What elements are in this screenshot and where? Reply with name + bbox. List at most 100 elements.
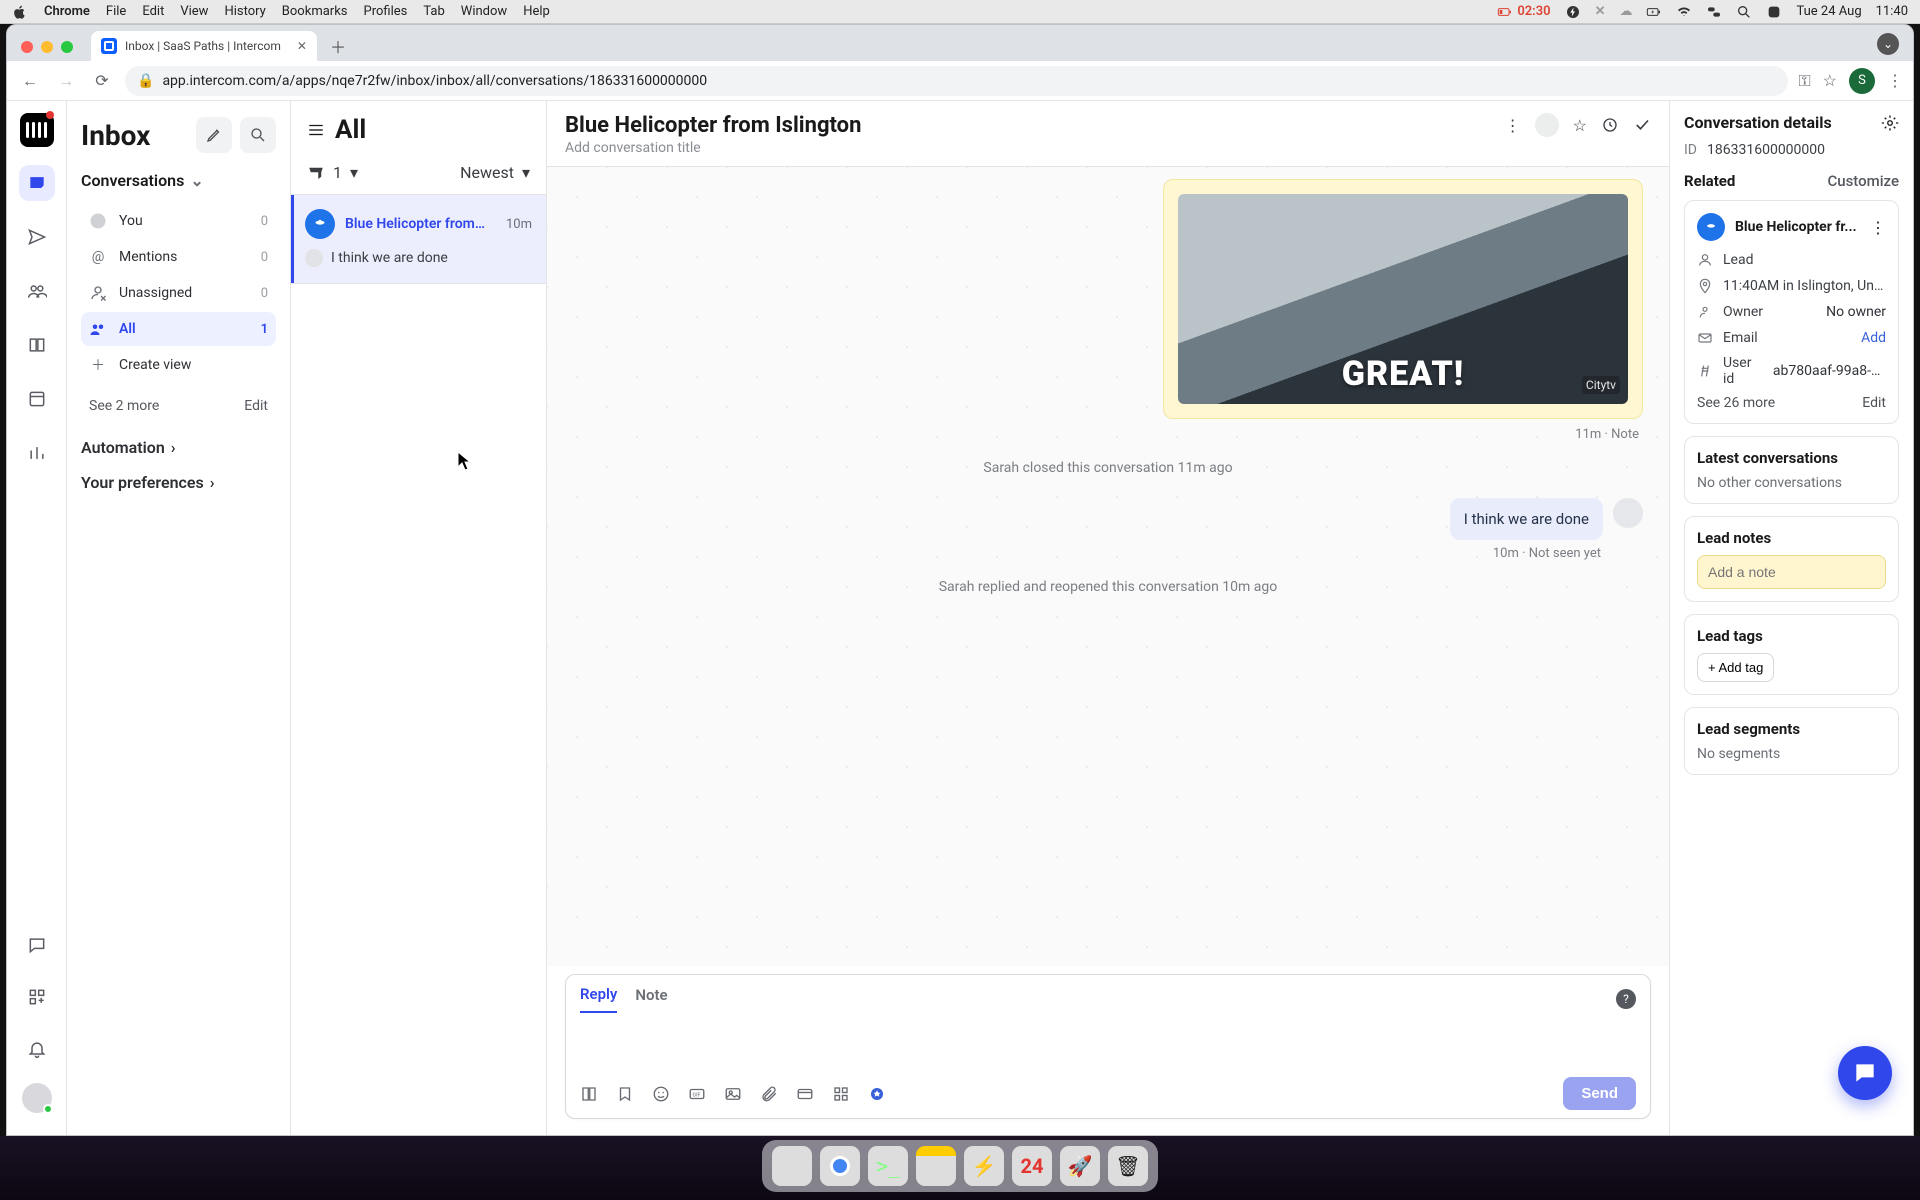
mac-menu-view[interactable]: View	[180, 4, 208, 19]
nav-reload-button[interactable]: ⟳	[89, 68, 115, 94]
entity-more-icon[interactable]: ⋮	[1870, 218, 1886, 237]
window-close-icon[interactable]	[21, 41, 33, 53]
rail-contacts[interactable]	[19, 273, 55, 309]
mac-menu-bookmarks[interactable]: Bookmarks	[282, 4, 348, 19]
search-button[interactable]	[240, 117, 276, 153]
window-controls[interactable]	[21, 41, 73, 53]
thread-subtitle[interactable]: Add conversation title	[565, 140, 861, 156]
sort-dropdown[interactable]: Newest ▾	[460, 163, 530, 182]
nav-forward-button[interactable]: →	[53, 68, 79, 94]
list-menu-icon[interactable]	[307, 121, 325, 139]
assignee-avatar-icon[interactable]	[1535, 113, 1559, 137]
thread-close-icon[interactable]	[1633, 116, 1651, 134]
dock-trash-icon[interactable]: 🗑	[1108, 1146, 1148, 1186]
sidebar-preferences[interactable]: Your preferences ›	[81, 473, 276, 492]
dock-rocket-icon[interactable]: 🚀	[1060, 1146, 1100, 1186]
rail-inbox[interactable]	[19, 165, 55, 201]
menubar-spotlight-icon[interactable]	[1736, 4, 1752, 20]
sidebar-item-unassigned[interactable]: Unassigned 0	[81, 276, 276, 310]
composer-help-icon[interactable]: ?	[1616, 989, 1636, 1009]
mac-menu-history[interactable]: History	[224, 4, 265, 19]
chrome-menu-icon[interactable]: ⋮	[1887, 71, 1903, 90]
nav-back-button[interactable]: ←	[17, 68, 43, 94]
kv-email-add[interactable]: Add	[1861, 330, 1886, 346]
details-edit[interactable]: Edit	[1862, 395, 1886, 411]
details-settings-icon[interactable]	[1881, 114, 1899, 132]
sidebar-item-you[interactable]: You 0	[81, 204, 276, 238]
dock-bolt-icon[interactable]: ⚡	[964, 1146, 1004, 1186]
composer-apps-icon[interactable]	[832, 1085, 850, 1103]
menubar-date[interactable]: Tue 24 Aug	[1796, 4, 1861, 19]
rail-notifications[interactable]	[19, 1031, 55, 1067]
messenger-fab[interactable]	[1838, 1046, 1892, 1100]
mac-app-name[interactable]: Chrome	[44, 4, 90, 19]
mac-menu-window[interactable]: Window	[461, 4, 507, 19]
tab-close-icon[interactable]: ✕	[297, 39, 307, 53]
mac-menu-help[interactable]: Help	[523, 4, 550, 19]
new-tab-button[interactable]: ＋	[325, 33, 351, 59]
composer-attach-icon[interactable]	[760, 1085, 778, 1103]
details-see-more[interactable]: See 26 more	[1697, 395, 1775, 411]
sidebar-see-more[interactable]: See 2 more	[89, 398, 159, 414]
composer-tab-note[interactable]: Note	[635, 986, 667, 1012]
dock-notes-icon[interactable]	[916, 1146, 956, 1186]
composer-card-icon[interactable]	[796, 1085, 814, 1103]
menubar-control-center-icon[interactable]	[1706, 4, 1722, 20]
dock-chrome-icon[interactable]	[820, 1146, 860, 1186]
sidebar-automation[interactable]: Automation ›	[81, 438, 276, 457]
mac-menu-edit[interactable]: Edit	[142, 4, 164, 19]
menubar-wifi-icon[interactable]	[1676, 4, 1692, 20]
thread-star-icon[interactable]: ☆	[1573, 116, 1587, 135]
message-scroll[interactable]: GREAT! Citytv 11m · Note Sarah closed th…	[547, 167, 1669, 966]
conversation-item[interactable]: Blue Helicopter from… 10m I think we are…	[291, 195, 546, 284]
composer-input[interactable]	[580, 1013, 1636, 1071]
menubar-bolt-icon[interactable]	[1565, 4, 1581, 20]
composer-macros-icon[interactable]	[868, 1085, 886, 1103]
thread-more-icon[interactable]: ⋮	[1505, 116, 1521, 135]
tab-overflow-icon[interactable]: ⌄	[1877, 33, 1899, 55]
address-bar[interactable]: 🔒 app.intercom.com/a/apps/nqe7r2fw/inbox…	[125, 66, 1788, 96]
window-minimize-icon[interactable]	[41, 41, 53, 53]
bookmark-star-icon[interactable]: ☆	[1823, 71, 1837, 90]
composer-bookmark-icon[interactable]	[616, 1085, 634, 1103]
sidebar-item-all[interactable]: All 1	[81, 312, 276, 346]
menubar-clock[interactable]: 11:40	[1876, 4, 1908, 19]
sidebar-section-conversations[interactable]: Conversations ⌄	[81, 171, 276, 190]
sidebar-item-mentions[interactable]: @ Mentions 0	[81, 240, 276, 274]
dock-terminal-icon[interactable]: >_	[868, 1146, 908, 1186]
composer-image-icon[interactable]	[724, 1085, 742, 1103]
rail-product[interactable]	[19, 381, 55, 417]
composer-gif-icon[interactable]: GIF	[688, 1085, 706, 1103]
add-tag-button[interactable]: + Add tag	[1697, 653, 1774, 682]
menubar-siri-icon[interactable]	[1766, 4, 1782, 20]
menubar-cloud-icon[interactable]: ☁︎	[1619, 4, 1632, 19]
window-zoom-icon[interactable]	[61, 41, 73, 53]
rail-reports[interactable]	[19, 435, 55, 471]
compose-button[interactable]	[196, 117, 232, 153]
mac-menu-profiles[interactable]: Profiles	[364, 4, 408, 19]
apple-menu-icon[interactable]	[12, 4, 28, 20]
intercom-logo-icon[interactable]	[20, 113, 54, 147]
entity-name[interactable]: Blue Helicopter fr...	[1735, 219, 1860, 235]
composer-tab-reply[interactable]: Reply	[580, 985, 617, 1013]
sidebar-create-view[interactable]: ＋ Create view	[81, 348, 276, 382]
rail-articles[interactable]	[19, 327, 55, 363]
mac-menu-tab[interactable]: Tab	[423, 4, 444, 19]
password-key-icon[interactable]: ⚿	[1798, 71, 1810, 91]
browser-tab[interactable]: Inbox | SaaS Paths | Intercom ✕	[91, 31, 317, 61]
menubar-charging-icon[interactable]	[1646, 4, 1662, 20]
composer-emoji-icon[interactable]	[652, 1085, 670, 1103]
thread-snooze-icon[interactable]	[1601, 116, 1619, 134]
chrome-profile-avatar[interactable]: S	[1849, 68, 1875, 94]
composer-articles-icon[interactable]	[580, 1085, 598, 1103]
sidebar-edit[interactable]: Edit	[244, 398, 268, 414]
mac-menu-file[interactable]: File	[106, 4, 126, 19]
add-note-input[interactable]	[1697, 555, 1886, 589]
send-button[interactable]: Send	[1563, 1077, 1636, 1110]
menubar-x-icon[interactable]: ✕	[1595, 4, 1606, 19]
rail-outbound[interactable]	[19, 219, 55, 255]
dock-calendar-icon[interactable]: 24	[1012, 1146, 1052, 1186]
rail-apps[interactable]	[19, 979, 55, 1015]
dock-finder-icon[interactable]	[772, 1146, 812, 1186]
filter-status[interactable]: 1 ▾	[307, 163, 358, 182]
